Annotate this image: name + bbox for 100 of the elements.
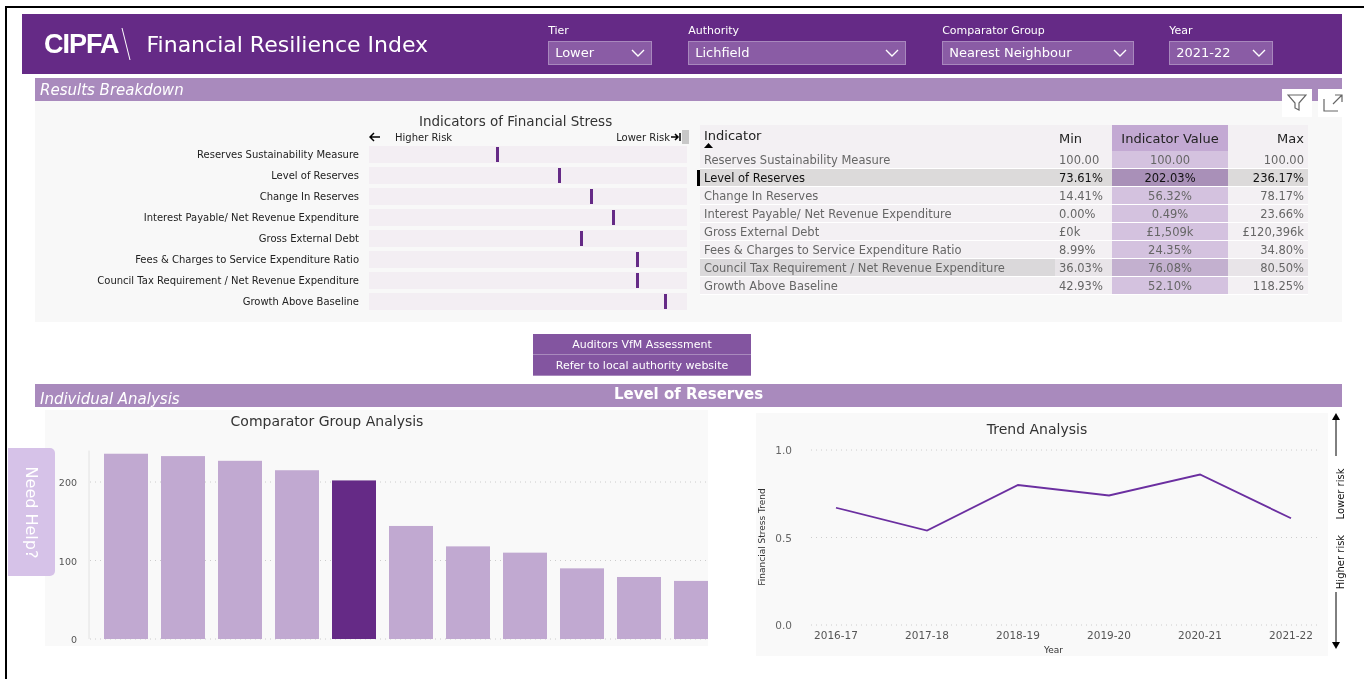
filter-button[interactable] — [1282, 89, 1312, 117]
table-cell-text: Interest Payable/ Net Revenue Expenditure — [703, 205, 953, 222]
table-cell: 0.49% — [1112, 205, 1228, 222]
axis-title: Financial Stress Trend — [757, 488, 767, 586]
table-cell-text: 0.00% — [1058, 205, 1097, 222]
chevron-down-icon — [631, 48, 646, 57]
column-header[interactable]: Max — [1228, 125, 1308, 151]
section-title: Results Breakdown — [40, 80, 184, 99]
table-cell-text: Gross External Debt — [703, 223, 821, 240]
table-cell-text: 100.00 — [1262, 151, 1305, 168]
column-header[interactable]: Indicator Value — [1112, 125, 1228, 151]
filter-label: Comparator Group — [942, 23, 1045, 37]
table-cell: 56.32% — [1112, 187, 1228, 204]
table-row[interactable]: Growth Above Baseline 42.93% 52.10% 118.25% — [700, 277, 1308, 295]
table-cell: 202.03% — [1112, 169, 1228, 186]
table-row[interactable]: Gross External Debt £0k £1,509k £120,396k — [700, 223, 1308, 241]
indicator-label: Interest Payable/ Net Revenue Expenditure — [142, 212, 359, 223]
chart-title: Comparator Group Analysis — [230, 413, 424, 429]
risk-label: Higher Risk — [395, 131, 453, 143]
down-arrow-icon — [1332, 591, 1340, 649]
chevron-down-icon — [1113, 48, 1128, 57]
chart-title: Indicators of Financial Stress — [419, 113, 614, 129]
risk-label: Higher risk — [1335, 534, 1346, 590]
axis-title: Year — [1043, 645, 1064, 655]
indicator-label: Gross External Debt — [257, 233, 359, 244]
bar — [674, 580, 708, 639]
indicator-label: Level of Reserves — [270, 170, 359, 181]
section-title: Individual Analysis — [40, 389, 180, 408]
table-cell-text: 34.80% — [1259, 241, 1305, 258]
axis-tick-label: 2017-18 — [905, 629, 949, 641]
indicator-label: Fees & Charges to Service Expenditure Ratio — [134, 254, 359, 265]
table-row[interactable]: Fees & Charges to Service Expenditure Ratio 8.99% 24.35% 34.80% — [700, 241, 1308, 259]
table-cell-text: 8.99% — [1058, 241, 1097, 258]
up-arrow-icon — [1332, 413, 1340, 457]
scrollbar-thumb[interactable] — [682, 130, 689, 144]
risk-label: Lower risk — [1335, 468, 1346, 520]
table-cell-text: Level of Reserves — [703, 169, 806, 186]
table-row[interactable]: Council Tax Requirement / Net Revenue Expenditure 36.03% 76.08% 80.50% — [700, 259, 1308, 277]
axis-tick-label: 100 — [58, 555, 77, 567]
table-cell-text: Fees & Charges to Service Expenditure Ratio — [703, 241, 963, 258]
chart-title: Trend Analysis — [986, 421, 1088, 437]
logo: CIPFA — [44, 28, 119, 60]
table-row[interactable]: Level of Reserves 73.61% 202.03% 236.17% — [700, 169, 1308, 187]
table-cell-text: 78.17% — [1259, 187, 1305, 204]
axis-tick-label: 200 — [58, 477, 77, 488]
filter-dropdown[interactable]: Nearest Neighbour — [942, 40, 1135, 65]
column-header[interactable]: Min — [1055, 125, 1112, 151]
column-header[interactable]: Indicator — [700, 125, 1055, 151]
axis-tick-label: 2016-17 — [814, 629, 858, 641]
indicator-label: Change In Reserves — [258, 191, 359, 202]
filter-label: Tier — [548, 23, 569, 37]
table-cell: Council Tax Requirement / Net Revenue Expenditure — [700, 259, 1055, 276]
table-cell-text: 23.66% — [1259, 205, 1305, 222]
table-cell-text: £120,396k — [1241, 223, 1305, 240]
filter-dropdown[interactable]: 2021-22 — [1169, 40, 1274, 65]
table-cell-text: Growth Above Baseline — [703, 277, 839, 294]
table-cell-text: £0k — [1058, 223, 1082, 240]
table-row[interactable]: Change In Reserves 14.41% 56.32% 78.17% — [700, 187, 1308, 205]
table-cell: £1,509k — [1112, 223, 1228, 240]
table-cell-text: 73.61% — [1058, 169, 1104, 186]
filter-icon — [1287, 94, 1307, 112]
axis-tick-label: 0.5 — [775, 531, 792, 544]
table-row[interactable]: Interest Payable/ Net Revenue Expenditure 0.00% 0.49% 23.66% — [700, 205, 1308, 223]
axis-tick-label: 1.0 — [775, 444, 792, 456]
filter-label: Authority — [688, 23, 740, 37]
logo-slash-icon — [120, 27, 131, 61]
table-cell-text: 42.93% — [1058, 277, 1104, 294]
left-arrow-icon — [369, 132, 381, 142]
table-cell: 52.10% — [1112, 277, 1228, 294]
axis-tick-label: 2018-19 — [996, 629, 1040, 641]
risk-label: Lower Risk — [616, 131, 670, 143]
table-cell-text: 236.17% — [1251, 169, 1305, 186]
table-cell: 24.35% — [1112, 241, 1228, 258]
filter-dropdown[interactable]: Lower — [548, 40, 653, 65]
bar — [617, 577, 661, 639]
bar — [560, 568, 604, 639]
expand-icon — [1323, 94, 1343, 112]
link-button[interactable]: Refer to local authority website — [533, 355, 751, 376]
filter-dropdown[interactable]: Lichfield — [688, 40, 907, 65]
section-subtitle: Level of Reserves — [613, 385, 764, 403]
indicator-label: Growth Above Baseline — [241, 296, 359, 307]
table-cell: 36.03% — [1055, 259, 1112, 276]
right-arrow-icon — [671, 132, 681, 142]
selection-marker — [697, 170, 700, 186]
axis-tick-label: 2020-21 — [1178, 629, 1222, 641]
table-row[interactable]: Reserves Sustainability Measure 100.00 100.00 100.00 — [700, 151, 1308, 169]
chevron-down-icon — [885, 48, 900, 57]
link-button[interactable]: Auditors VfM Assessment — [533, 334, 751, 355]
table-cell: 100.00 — [1112, 151, 1228, 168]
axis-tick-label: 0 — [70, 634, 77, 645]
indicator-label: Council Tax Requirement / Net Revenue Expenditure — [96, 275, 359, 286]
filter-label: Year — [1169, 23, 1193, 37]
indicator-label: Reserves Sustainability Measure — [196, 149, 359, 160]
table-cell-text: Reserves Sustainability Measure — [703, 151, 892, 168]
table-cell-text: 100.00 — [1058, 151, 1101, 168]
table-cell-text: 14.41% — [1058, 187, 1104, 204]
axis-tick-label: 0.0 — [775, 619, 792, 631]
axis-tick-label: 2019-20 — [1087, 629, 1131, 641]
app-title: Financial Resilience Index — [146, 31, 429, 57]
axis-tick-label: 2021-22 — [1269, 629, 1313, 641]
